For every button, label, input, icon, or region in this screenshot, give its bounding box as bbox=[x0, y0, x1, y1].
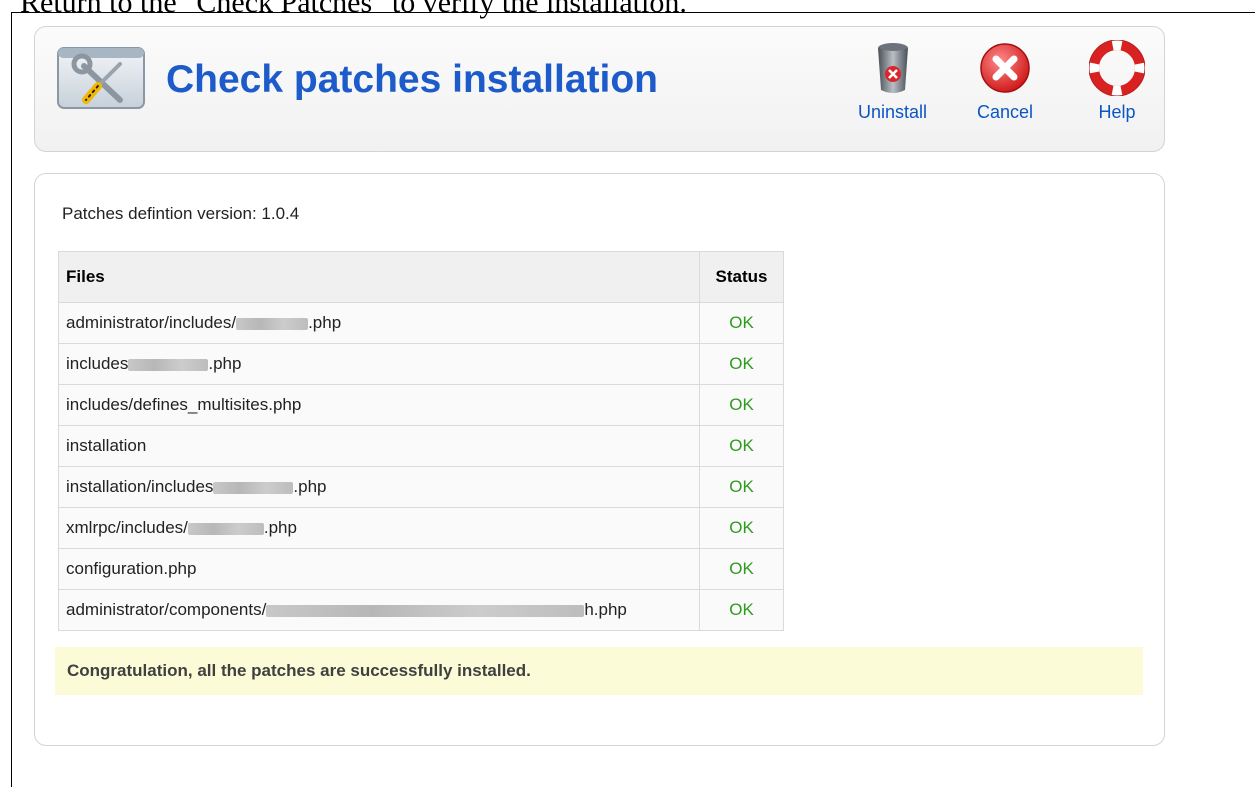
file-path: installation bbox=[66, 436, 147, 455]
status-cell: OK bbox=[699, 466, 784, 508]
redacted-text bbox=[266, 604, 585, 617]
status-cell: OK bbox=[699, 589, 784, 631]
file-cell: administrator/includes/ .php bbox=[58, 302, 700, 344]
table-row: administrator/includes/ .php OK bbox=[58, 302, 784, 344]
redacted-text bbox=[128, 358, 209, 371]
status-cell: OK bbox=[699, 425, 784, 467]
table-row: administrator/components/h.php OK bbox=[58, 589, 784, 631]
file-path: configuration.php bbox=[66, 559, 197, 578]
file-cell: includes/defines_multisites.php bbox=[58, 384, 700, 426]
success-message: Congratulation, all the patches are succ… bbox=[55, 647, 1143, 695]
lifebuoy-icon bbox=[1089, 40, 1145, 96]
help-label: Help bbox=[1098, 102, 1136, 122]
file-path: includes/defines_multisites.php bbox=[66, 395, 302, 414]
table-row: configuration.php OK bbox=[58, 548, 784, 590]
column-header-files: Files bbox=[58, 251, 700, 303]
uninstall-button[interactable]: Uninstall bbox=[858, 40, 927, 123]
redacted-text bbox=[213, 481, 294, 494]
redacted-text bbox=[187, 522, 264, 535]
file-suffix: .php bbox=[308, 313, 342, 332]
table-row: includes .php OK bbox=[58, 343, 784, 385]
page-title: Check patches installation bbox=[166, 58, 658, 101]
file-path: administrator/components/ bbox=[66, 600, 267, 619]
file-suffix: .php bbox=[263, 518, 297, 537]
help-button[interactable]: Help bbox=[1089, 40, 1145, 123]
version-text: Patches defintion version: 1.0.4 bbox=[62, 204, 300, 223]
table-row: xmlrpc/includes/ .php OK bbox=[58, 507, 784, 549]
status-cell: OK bbox=[699, 384, 784, 426]
table-row: includes/defines_multisites.php OK bbox=[58, 384, 784, 426]
file-cell: includes .php bbox=[58, 343, 700, 385]
cancel-button[interactable]: Cancel bbox=[977, 40, 1033, 123]
file-cell: administrator/components/h.php bbox=[58, 589, 700, 631]
uninstall-label: Uninstall bbox=[858, 102, 928, 122]
status-cell: OK bbox=[699, 343, 784, 385]
file-path: xmlrpc/includes/ bbox=[66, 518, 188, 537]
file-suffix: .php bbox=[293, 477, 327, 496]
file-cell: installation/includes .php bbox=[58, 466, 700, 508]
file-cell: installation bbox=[58, 425, 700, 467]
file-path: installation/includes bbox=[66, 477, 214, 496]
file-suffix: .php bbox=[208, 354, 242, 373]
cancel-icon bbox=[980, 43, 1030, 93]
file-cell: xmlrpc/includes/ .php bbox=[58, 507, 700, 549]
redacted-text bbox=[236, 317, 309, 330]
table-row: installation/includes .php OK bbox=[58, 466, 784, 508]
file-cell: configuration.php bbox=[58, 548, 700, 590]
file-path: administrator/includes/ bbox=[66, 313, 237, 332]
status-cell: OK bbox=[699, 548, 784, 590]
table-row: installation OK bbox=[58, 425, 784, 467]
status-cell: OK bbox=[699, 507, 784, 549]
file-suffix: h.php bbox=[584, 600, 627, 619]
file-path: includes bbox=[66, 354, 129, 373]
patch-files-table: Files Status administrator/includes/ .php… bbox=[58, 251, 784, 631]
trash-can-icon bbox=[877, 43, 908, 93]
table-header-row: Files Status bbox=[58, 251, 784, 303]
column-header-status: Status bbox=[699, 251, 784, 303]
status-cell: OK bbox=[699, 302, 784, 344]
tools-icon bbox=[54, 44, 150, 116]
cancel-label: Cancel bbox=[977, 102, 1034, 122]
